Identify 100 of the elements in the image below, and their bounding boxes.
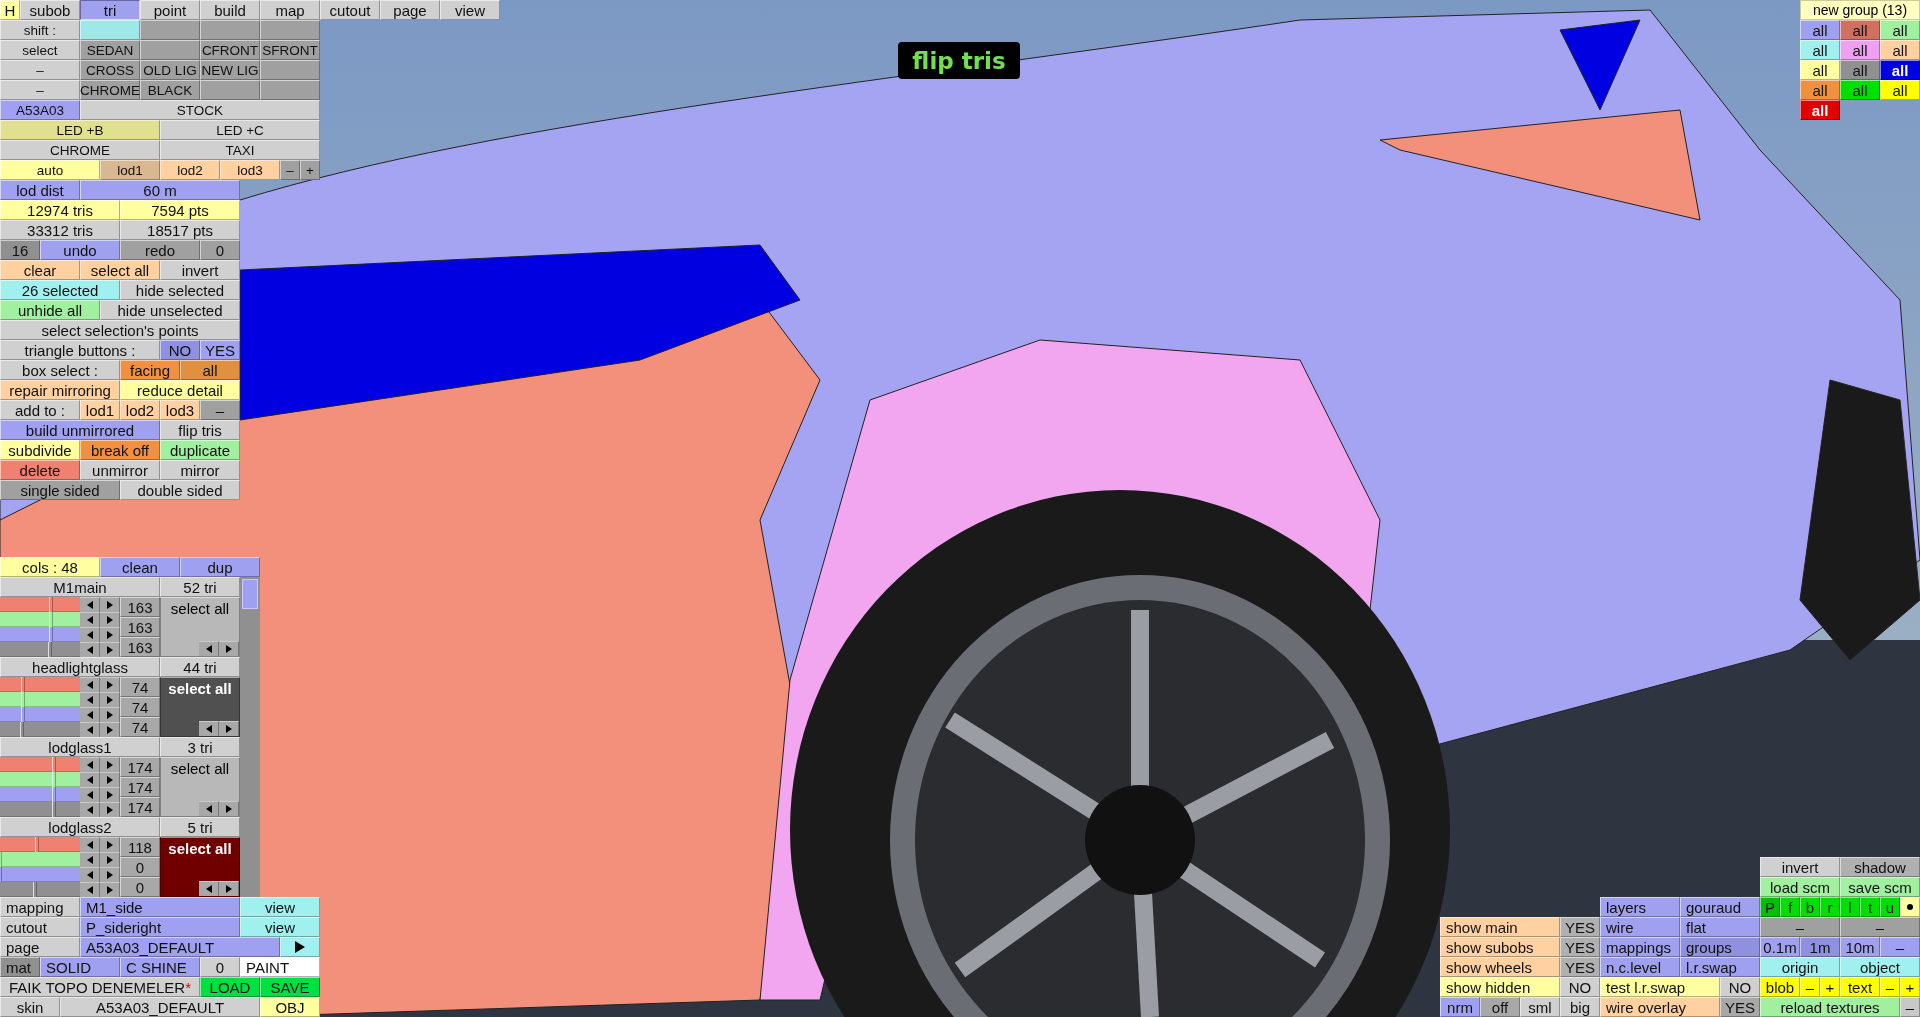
color-slider[interactable] [0,627,80,642]
value-field[interactable]: 0 [120,857,160,877]
panel-button[interactable]: lod2 [160,160,220,180]
panel-button[interactable]: – [1880,977,1900,997]
panel-button[interactable]: lod2 [120,400,160,420]
group-select-button[interactable]: all [1840,80,1880,100]
value-field[interactable]: 174 [120,757,160,777]
panel-button[interactable]: PAINT [240,957,320,977]
panel-button[interactable]: show main [1440,917,1560,937]
panel-button[interactable]: page [0,937,80,957]
slider-thumb[interactable] [49,627,54,642]
panel-button[interactable]: big [1560,997,1600,1017]
value-field[interactable]: 163 [120,637,160,657]
panel-button[interactable]: + [300,160,320,180]
panel-button[interactable]: cutout [0,917,80,937]
right-arrow-button[interactable] [219,721,239,736]
panel-button[interactable]: flat [1680,917,1760,937]
panel-button[interactable]: unhide all [0,300,100,320]
group-select-button[interactable]: all [1840,60,1880,80]
left-arrow-button[interactable] [80,757,100,772]
right-arrow-button[interactable] [100,692,120,707]
left-arrow-button[interactable] [80,867,100,882]
tab-button[interactable]: point [140,0,200,20]
right-arrow-button[interactable] [100,627,120,642]
panel-button[interactable]: 0 [200,957,240,977]
arrow-button[interactable] [280,937,320,957]
slider-thumb[interactable] [21,692,26,707]
tab-button[interactable]: view [440,0,500,20]
tab-button[interactable]: subob [20,0,80,20]
group-select-button[interactable]: all [1880,20,1920,40]
panel-button[interactable]: invert [160,260,240,280]
panel-button[interactable]: LED +B [0,120,160,140]
group-select-button[interactable]: all [1800,100,1840,120]
group-name-button[interactable]: headlightglass [0,657,160,677]
panel-button[interactable]: YES [1560,957,1600,977]
panel-button[interactable]: P [1760,897,1780,917]
select-all-button[interactable]: select all [160,677,240,737]
left-arrow-button[interactable] [199,721,219,736]
value-field[interactable]: 74 [120,717,160,737]
group-name-button[interactable]: lodglass2 [0,817,160,837]
panel-button[interactable]: select [0,40,80,60]
dot-button[interactable] [1900,897,1920,917]
right-arrow-button[interactable] [100,677,120,692]
panel-button[interactable]: lod dist [0,180,80,200]
panel-button[interactable]: undo [40,240,120,260]
slider-thumb[interactable] [51,802,56,817]
right-arrow-button[interactable] [100,722,120,737]
panel-button[interactable]: box select : [0,360,120,380]
left-arrow-button[interactable] [80,772,100,787]
panel-button[interactable]: M1_side [80,897,240,917]
panel-button[interactable]: unmirror [80,460,160,480]
panel-button[interactable]: 12974 tris [0,200,120,220]
value-field[interactable]: 118 [120,837,160,857]
panel-button[interactable]: auto [0,160,100,180]
panel-button[interactable]: duplicate [160,440,240,460]
panel-button[interactable]: 18517 pts [120,220,240,240]
panel-button[interactable]: text [1840,977,1880,997]
panel-button[interactable]: A53A03_DEFAULT [80,937,280,957]
slider-thumb[interactable] [52,772,57,787]
panel-button[interactable]: b [1800,897,1820,917]
color-slider[interactable] [0,722,80,737]
panel-button[interactable]: mirror [160,460,240,480]
left-arrow-button[interactable] [80,692,100,707]
panel-button[interactable]: STOCK [80,100,320,120]
value-field[interactable]: 163 [120,617,160,637]
left-arrow-button[interactable] [199,641,219,656]
panel-button[interactable]: LOAD [200,977,260,997]
slider-thumb[interactable] [49,597,54,612]
tab-button[interactable]: H [0,0,20,20]
panel-button[interactable]: NO [160,340,200,360]
left-arrow-button[interactable] [80,642,100,657]
panel-button[interactable]: 10m [1840,937,1880,957]
panel-button[interactable]: – [1900,997,1920,1017]
panel-button[interactable]: – [280,160,300,180]
panel-button[interactable]: off [1480,997,1520,1017]
group-select-button[interactable]: all [1800,40,1840,60]
right-arrow-button[interactable] [100,787,120,802]
group-select-button[interactable]: all [1880,40,1920,60]
right-arrow-button[interactable] [100,882,120,897]
panel-button[interactable]: clear [0,260,80,280]
slider-thumb[interactable] [49,612,54,627]
panel-button[interactable]: P_sideright [80,917,240,937]
slider-thumb[interactable] [21,677,26,692]
panel-button[interactable]: TAXI [160,140,320,160]
group-select-button[interactable]: all [1880,80,1920,100]
left-arrow-button[interactable] [80,627,100,642]
left-arrow-button[interactable] [199,881,219,896]
panel-button[interactable]: 60 m [80,180,240,200]
value-field[interactable]: 174 [120,777,160,797]
panel-button[interactable]: cols : 48 [0,557,100,577]
group-select-button[interactable]: all [1800,20,1840,40]
panel-button[interactable]: t [1860,897,1880,917]
panel-button[interactable]: 33312 tris [0,220,120,240]
panel-button[interactable]: invert [1760,857,1840,877]
panel-button[interactable]: select all [80,260,160,280]
tab-button[interactable]: page [380,0,440,20]
panel-button[interactable]: SFRONT [260,40,320,60]
panel-button[interactable]: wire overlay [1600,997,1720,1017]
panel-button[interactable]: 16 [0,240,40,260]
left-arrow-button[interactable] [80,787,100,802]
